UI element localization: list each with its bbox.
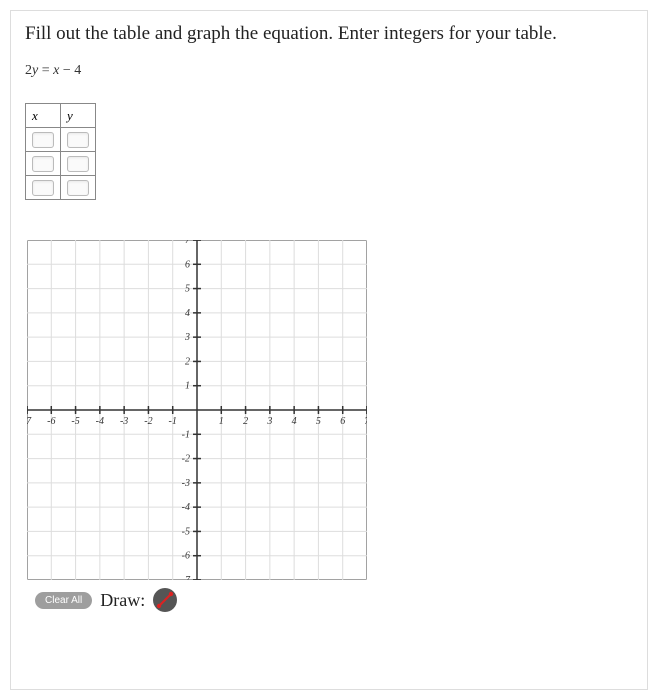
table-row xyxy=(26,128,96,152)
y-tick-label: -2 xyxy=(182,454,190,465)
table-header-x: x xyxy=(26,104,61,128)
y-tick-label: 6 xyxy=(185,259,190,270)
equation: 2y = x − 4 xyxy=(25,63,633,79)
eq-op: − xyxy=(59,63,74,78)
eq-lhs-coef: 2 xyxy=(25,63,32,78)
y-input-1[interactable] xyxy=(67,156,89,172)
x-tick-label: 4 xyxy=(292,416,297,427)
x-tick-label: -1 xyxy=(169,416,177,427)
y-tick-label: -6 xyxy=(182,551,190,562)
x-tick-label: 3 xyxy=(266,416,272,427)
worksheet-page: Fill out the table and graph the equatio… xyxy=(10,10,648,690)
y-tick-label: -7 xyxy=(182,575,191,580)
graph-canvas[interactable]: -7 -6 -5 -4 -3 -2 -1 1 2 3 4 5 6 7 -7 -6 -5 -4 -3 -2 -1 1 2 3 4 5… xyxy=(27,240,367,580)
line-tool-button[interactable] xyxy=(153,588,177,612)
clear-all-button[interactable]: Clear All xyxy=(35,592,92,609)
x-input-0[interactable] xyxy=(32,132,54,148)
y-tick-label: 1 xyxy=(185,381,190,392)
xy-table: x y xyxy=(25,103,96,200)
draw-toolbar: Clear All Draw: xyxy=(35,588,633,612)
x-input-1[interactable] xyxy=(32,156,54,172)
eq-equals: = xyxy=(38,63,53,78)
x-tick-label: 1 xyxy=(219,416,224,427)
x-tick-label: 2 xyxy=(243,416,248,427)
y-input-2[interactable] xyxy=(67,180,89,196)
y-input-0[interactable] xyxy=(67,132,89,148)
x-input-2[interactable] xyxy=(32,180,54,196)
y-tick-label: -5 xyxy=(182,526,190,537)
y-tick-label: -4 xyxy=(182,502,190,513)
table-row xyxy=(26,176,96,200)
x-tick-label: -3 xyxy=(120,416,128,427)
x-tick-label: 7 xyxy=(365,416,368,427)
x-tick-label: 5 xyxy=(316,416,321,427)
y-tick-label: 4 xyxy=(185,308,190,319)
table-row xyxy=(26,152,96,176)
x-tick-label: -4 xyxy=(96,416,104,427)
instruction-text: Fill out the table and graph the equatio… xyxy=(25,23,633,45)
x-tick-label: -7 xyxy=(27,416,32,427)
eq-const: 4 xyxy=(74,63,81,78)
y-tick-label: -1 xyxy=(182,429,190,440)
x-tick-label: -2 xyxy=(144,416,152,427)
x-tick-label: -6 xyxy=(47,416,55,427)
x-tick-label: -5 xyxy=(71,416,79,427)
y-tick-label: -3 xyxy=(182,478,190,489)
y-tick-label: 5 xyxy=(185,284,190,295)
draw-label: Draw: xyxy=(100,590,145,611)
y-tick-label: 3 xyxy=(184,332,190,343)
x-tick-label: 6 xyxy=(340,416,345,427)
line-tool-icon xyxy=(156,591,174,609)
y-tick-label: 2 xyxy=(185,356,190,367)
coordinate-grid: -7 -6 -5 -4 -3 -2 -1 1 2 3 4 5 6 7 -7 -6 -5 -4 -3 -2 -1 1 2 3 4 5… xyxy=(27,240,367,580)
table-header-y: y xyxy=(61,104,96,128)
